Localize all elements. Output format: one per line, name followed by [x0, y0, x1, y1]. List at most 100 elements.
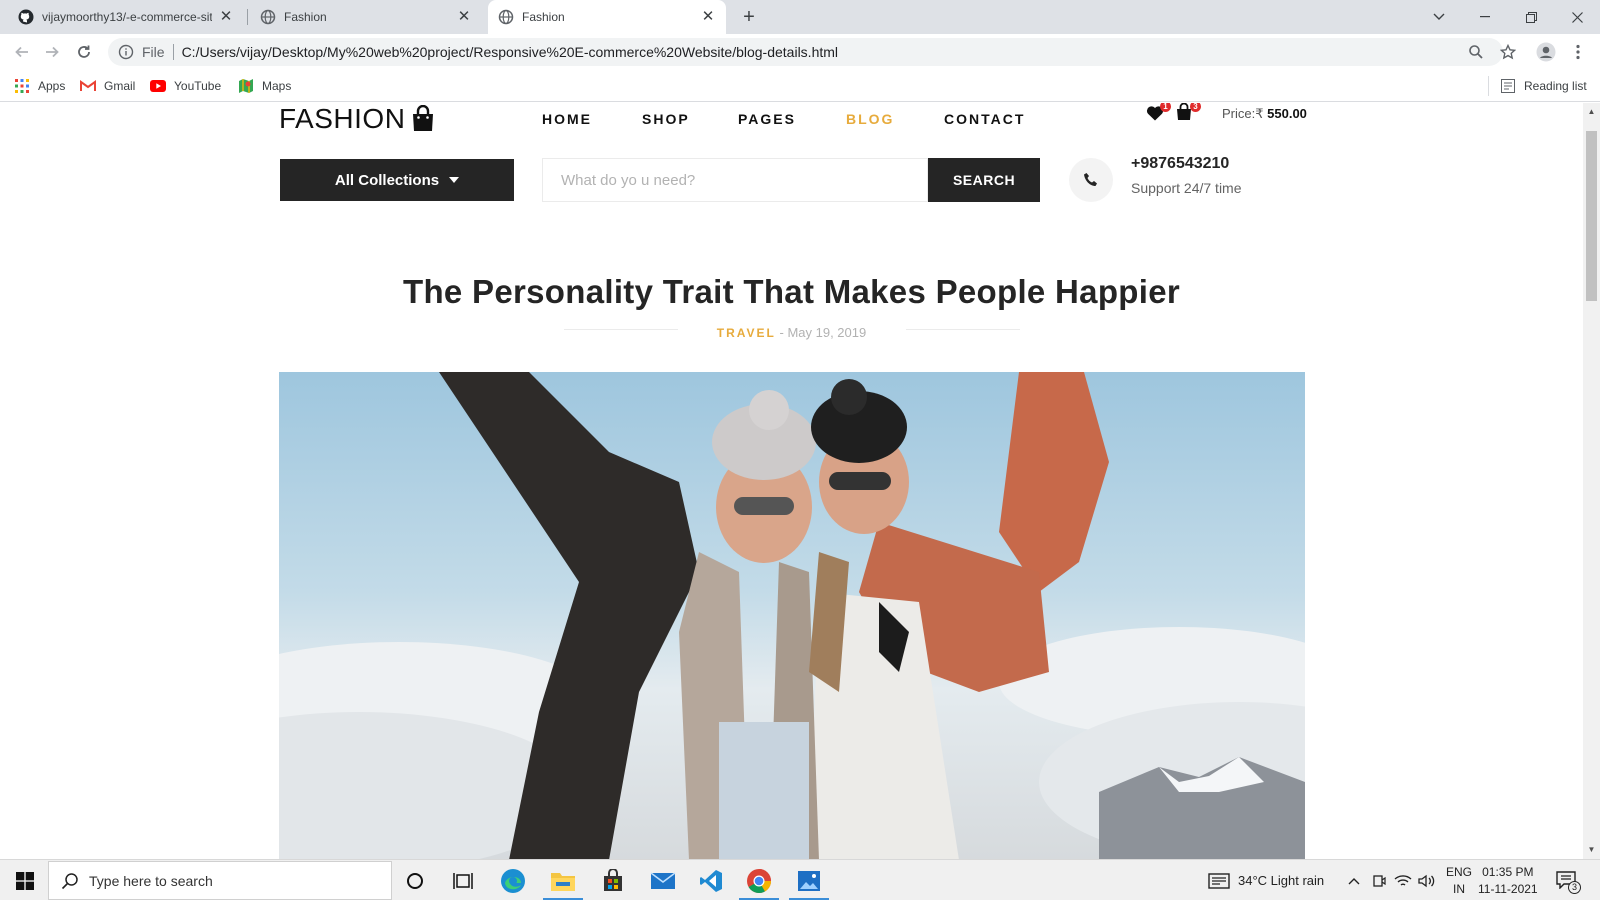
tray-chevron-icon[interactable] [1348, 860, 1360, 900]
address-divider [172, 44, 174, 60]
weather-text: 34°C Light rain [1238, 873, 1325, 888]
post-category[interactable]: TRAVEL [717, 326, 776, 340]
new-tab-button[interactable]: + [738, 6, 760, 28]
gmail-icon [80, 78, 96, 94]
tab-label: Fashion [284, 10, 327, 24]
price-value: 550.00 [1267, 106, 1307, 121]
system-clock[interactable]: 01:35 PM 11-11-2021 [1478, 864, 1538, 898]
minimize-icon[interactable] [1462, 0, 1508, 34]
search-button[interactable]: SEARCH [928, 158, 1040, 202]
bookmark-apps[interactable]: Apps [14, 78, 65, 94]
close-tab-icon[interactable]: ✕ [456, 9, 472, 25]
forward-icon[interactable] [40, 40, 64, 64]
edge-icon[interactable] [498, 866, 528, 896]
support-text: Support 24/7 time [1131, 180, 1242, 196]
search-icon [61, 872, 78, 889]
profile-avatar-icon[interactable] [1534, 40, 1558, 64]
youtube-icon [150, 78, 166, 94]
price-label: Price:₹ [1222, 106, 1264, 121]
wishlist-heart-icon[interactable]: 1 [1146, 103, 1171, 121]
taskbar-search-placeholder: Type here to search [89, 872, 213, 889]
info-icon[interactable] [118, 44, 134, 60]
mail-icon[interactable] [648, 866, 678, 896]
globe-icon [498, 9, 514, 25]
post-title: The Personality Trait That Makes People … [403, 273, 1180, 310]
restore-icon[interactable] [1508, 0, 1554, 34]
phone-icon [1069, 158, 1113, 202]
bookmark-label: YouTube [174, 79, 222, 93]
task-view-icon[interactable] [448, 866, 478, 896]
nav-home[interactable]: HOME [542, 111, 592, 127]
clock-date: 11-11-2021 [1478, 882, 1538, 896]
shopping-bag-icon [413, 105, 434, 131]
cortana-circle-icon[interactable] [400, 866, 430, 896]
bookmark-maps[interactable]: Maps [238, 78, 291, 94]
apps-grid-icon [14, 78, 30, 94]
reading-list-button[interactable]: Reading list [1500, 78, 1587, 94]
close-window-icon[interactable] [1554, 0, 1600, 34]
bookmark-gmail[interactable]: Gmail [80, 78, 135, 94]
nav-pages[interactable]: PAGES [738, 111, 796, 127]
language-indicator[interactable]: ENG IN [1446, 864, 1472, 898]
wifi-icon[interactable] [1394, 860, 1412, 900]
tab-divider [247, 9, 248, 25]
search-input[interactable]: What do yo u need? [542, 158, 928, 202]
all-collections-dropdown[interactable]: All Collections [280, 159, 514, 201]
page-scrollbar[interactable]: ▲ ▼ [1583, 103, 1600, 859]
weather-icon [1208, 872, 1230, 889]
photos-icon[interactable] [794, 866, 824, 896]
bookmarks-bar: Apps Gmail YouTube Maps Reading list [0, 70, 1600, 102]
scroll-down-arrow[interactable]: ▼ [1587, 845, 1596, 854]
scroll-thumb[interactable] [1586, 131, 1597, 301]
scheme-label: File [142, 44, 165, 60]
volume-icon[interactable] [1418, 860, 1436, 900]
close-tab-icon[interactable]: ✕ [218, 9, 234, 25]
tab-fashion-active[interactable]: Fashion ✕ [488, 0, 726, 34]
meet-now-icon[interactable] [1372, 860, 1386, 900]
menu-kebab-icon[interactable] [1566, 40, 1590, 64]
wishlist-count-badge: 1 [1160, 103, 1171, 112]
bookmark-label: Apps [38, 79, 66, 93]
cart-price[interactable]: Price:₹ 550.00 [1222, 106, 1307, 122]
bookmark-youtube[interactable]: YouTube [150, 78, 221, 94]
weather-widget[interactable]: 34°C Light rain [1208, 860, 1324, 900]
reload-icon[interactable] [72, 40, 96, 64]
tab-label: vijaymoorthy13/-e-commerce-sit [42, 10, 212, 24]
taskbar-search-input[interactable]: Type here to search [48, 861, 392, 900]
chrome-icon[interactable] [744, 866, 774, 896]
cart-count-badge: 3 [1190, 103, 1201, 112]
bookmark-star-icon[interactable] [1496, 40, 1520, 64]
github-icon [18, 9, 34, 25]
post-date: - May 19, 2019 [779, 325, 867, 340]
notification-center-icon[interactable]: 3 [1556, 860, 1581, 900]
scroll-up-arrow[interactable]: ▲ [1587, 107, 1596, 116]
tab-fashion-1[interactable]: Fashion ✕ [250, 0, 482, 34]
nav-blog[interactable]: BLOG [846, 111, 894, 127]
browser-tab-strip: vijaymoorthy13/-e-commerce-sit ✕ Fashion… [0, 0, 1600, 34]
bookmark-divider [1488, 76, 1489, 96]
url-text[interactable]: C:/Users/vijay/Desktop/My%20web%20projec… [182, 44, 838, 60]
file-explorer-icon[interactable] [548, 866, 578, 896]
nav-contact[interactable]: CONTACT [944, 111, 1025, 127]
phone-number: +9876543210 [1131, 155, 1230, 172]
nav-shop[interactable]: SHOP [642, 111, 690, 127]
cart-bag-icon[interactable]: 3 [1176, 103, 1201, 121]
address-bar[interactable]: File C:/Users/vijay/Desktop/My%20web%20p… [108, 38, 1503, 66]
clock-time: 01:35 PM [1482, 865, 1534, 879]
store-icon[interactable] [598, 866, 628, 896]
vscode-icon[interactable] [696, 866, 726, 896]
caret-down-icon [449, 177, 460, 183]
windows-start-icon[interactable] [10, 866, 40, 896]
language-code: ENG [1446, 865, 1473, 879]
site-logo[interactable]: FASHION [279, 103, 435, 135]
close-tab-icon[interactable]: ✕ [700, 9, 716, 25]
maps-icon [238, 78, 254, 94]
tab-search-icon[interactable] [1416, 0, 1462, 34]
bookmark-label: Maps [262, 79, 292, 93]
tab-github[interactable]: vijaymoorthy13/-e-commerce-sit ✕ [8, 0, 244, 34]
zoom-icon[interactable] [1464, 40, 1488, 64]
header-icons: 1 3 [1146, 103, 1206, 121]
reading-list-label: Reading list [1524, 79, 1587, 93]
language-region: IN [1453, 882, 1465, 896]
back-icon[interactable] [10, 40, 34, 64]
